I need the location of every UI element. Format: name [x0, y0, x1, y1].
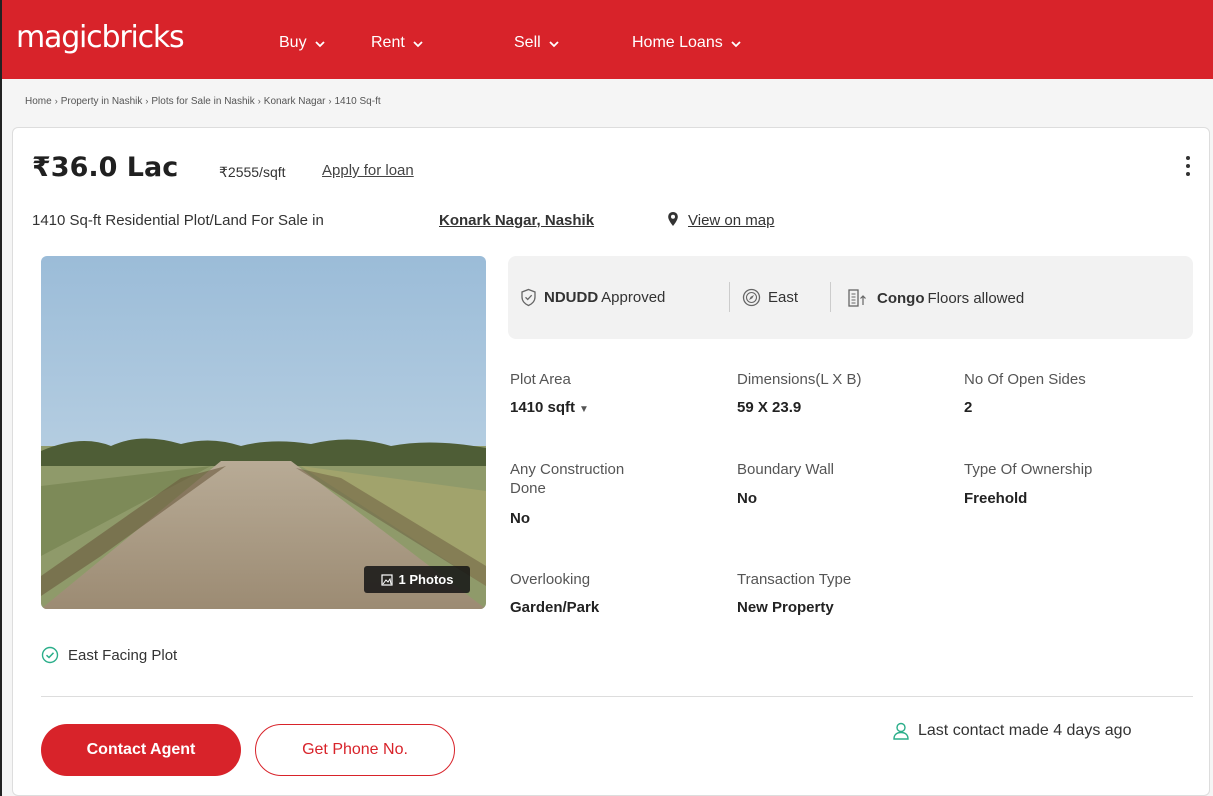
- construction-label: Any Construction Done: [510, 460, 624, 498]
- apply-for-loan-link[interactable]: Apply for loan: [322, 162, 414, 179]
- price-per-sqft: ₹2555/sqft: [219, 164, 286, 180]
- plot-area-value-text: 1410 sqft: [510, 399, 576, 416]
- feature-divider: [729, 282, 730, 312]
- view-on-map-link[interactable]: View on map: [688, 212, 774, 229]
- contact-agent-button[interactable]: Contact Agent: [41, 724, 241, 776]
- building-floors-icon: [848, 289, 866, 307]
- nav-sell-label: Sell: [514, 34, 541, 51]
- transaction-type-label: Transaction Type: [737, 571, 852, 588]
- nav-sell[interactable]: Sell: [514, 34, 560, 52]
- open-sides-value: 2: [964, 399, 973, 416]
- facing-text: East: [768, 289, 799, 306]
- photo-icon: [380, 573, 393, 586]
- more-options-icon[interactable]: [1185, 156, 1191, 180]
- breadcrumb-separator-icon: ›: [54, 96, 58, 106]
- east-facing-highlight: East Facing Plot: [41, 646, 177, 664]
- breadcrumb-separator-icon: ›: [328, 96, 332, 106]
- breadcrumb-plots-for-sale[interactable]: Plots for Sale in Nashik: [151, 96, 254, 107]
- nav-home-loans-label: Home Loans: [632, 34, 723, 51]
- floors-feature: Congo Floors allowed: [847, 288, 1024, 308]
- chevron-down-icon: [413, 41, 423, 48]
- nav-home-loans[interactable]: Home Loans: [632, 34, 742, 52]
- breadcrumb-separator-icon: ›: [145, 96, 149, 106]
- approval-text: Approved: [601, 289, 666, 306]
- plot-area-value[interactable]: 1410 sqft ▼: [510, 399, 589, 416]
- last-contact-text: Last contact made 4 days ago: [918, 722, 1132, 739]
- top-navbar: magicbricks Buy Rent Sell Home Loans: [2, 0, 1213, 79]
- location-pin-icon: [668, 212, 678, 226]
- breadcrumb-current: 1410 Sq-ft: [334, 96, 381, 107]
- facing-feature: East: [742, 288, 798, 307]
- breadcrumb-konark-nagar[interactable]: Konark Nagar: [264, 96, 326, 107]
- chevron-down-icon: [549, 41, 559, 48]
- plot-land-photo-image: [41, 256, 486, 609]
- photos-count-label: 1 Photos: [398, 572, 454, 587]
- check-circle-icon: [41, 646, 59, 664]
- shield-check-icon: [521, 288, 536, 307]
- floors-count: Congo: [877, 289, 925, 307]
- feature-divider: [830, 282, 831, 312]
- breadcrumb-property-in-nashik[interactable]: Property in Nashik: [61, 96, 143, 107]
- ownership-value: Freehold: [964, 490, 1028, 507]
- caret-down-icon: ▼: [579, 404, 589, 415]
- construction-value: No: [510, 510, 530, 527]
- nav-buy-label: Buy: [279, 34, 307, 51]
- breadcrumb-home[interactable]: Home: [25, 96, 52, 107]
- boundary-wall-value: No: [737, 490, 757, 507]
- ownership-label: Type Of Ownership: [964, 461, 1093, 478]
- plot-area-label: Plot Area: [510, 371, 571, 388]
- section-divider: [41, 696, 1193, 697]
- chevron-down-icon: [314, 41, 325, 48]
- site-logo[interactable]: magicbricks: [16, 20, 185, 55]
- property-photo[interactable]: [41, 256, 486, 609]
- last-contact-info: Last contact made 4 days ago: [892, 722, 1131, 740]
- floors-text: Floors allowed: [927, 289, 1025, 307]
- dimensions-label: Dimensions(L X B): [737, 371, 862, 388]
- nav-rent[interactable]: Rent: [371, 34, 424, 52]
- property-subtitle: 1410 Sq-ft Residential Plot/Land For Sal…: [32, 212, 324, 229]
- approval-feature: NDUDD Approved: [519, 288, 665, 307]
- chevron-down-icon: [731, 41, 741, 48]
- approval-authority: NDUDD: [544, 289, 599, 306]
- breadcrumb-separator-icon: ›: [257, 96, 261, 106]
- construction-label-line1: Any Construction: [510, 461, 625, 478]
- dimensions-value: 59 X 23.9: [737, 399, 802, 416]
- overlooking-label: Overlooking: [510, 571, 591, 588]
- breadcrumb: Home › Property in Nashik › Plots for Sa…: [25, 96, 381, 107]
- photos-count-badge[interactable]: 1 Photos: [364, 566, 470, 593]
- overlooking-value: Garden/Park: [510, 599, 600, 616]
- get-phone-button[interactable]: Get Phone No.: [255, 724, 455, 776]
- construction-label-line2: Done: [510, 480, 546, 497]
- user-icon: [893, 722, 909, 740]
- locality-link[interactable]: Konark Nagar, Nashik: [439, 212, 594, 229]
- boundary-wall-label: Boundary Wall: [737, 461, 834, 478]
- compass-icon: [742, 288, 761, 307]
- nav-rent-label: Rent: [371, 34, 405, 51]
- nav-buy[interactable]: Buy: [279, 34, 326, 52]
- property-price: ₹36.0 Lac: [32, 152, 179, 183]
- open-sides-label: No Of Open Sides: [964, 371, 1086, 388]
- east-facing-text: East Facing Plot: [68, 646, 178, 664]
- transaction-type-value: New Property: [737, 599, 834, 616]
